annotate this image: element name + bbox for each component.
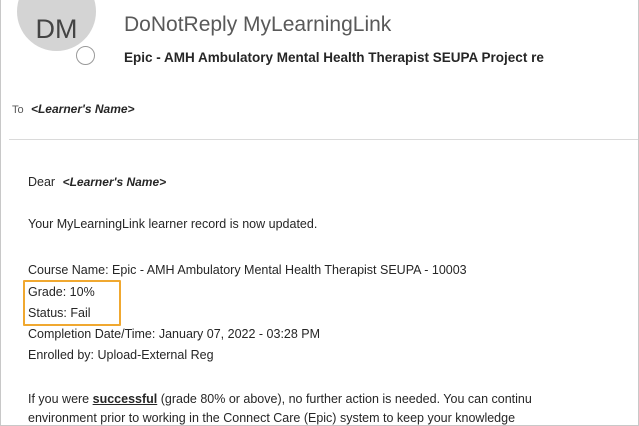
paragraph-bold-word: successful (92, 392, 158, 406)
greeting-text: Dear (28, 175, 56, 189)
sender-avatar[interactable]: DM (17, 0, 96, 51)
paragraph-suffix: (grade 80% or above), no further action … (157, 392, 532, 406)
paragraph-prefix: If you were (28, 392, 93, 406)
grade-status-highlight (23, 280, 121, 326)
avatar-initials: DM (35, 14, 78, 44)
to-recipients-row: To <Learner's Name> (12, 102, 135, 116)
sender-name[interactable]: DoNotReply MyLearningLink (124, 13, 391, 37)
body-paragraph-line-1: If you were successful (grade 80% or abo… (28, 392, 532, 406)
greeting-name: <Learner's Name> (62, 175, 167, 189)
intro-text: Your MyLearningLink learner record is no… (28, 217, 318, 231)
email-reading-pane: DM DoNotReply MyLearningLink Epic - AMH … (0, 0, 639, 426)
completion-line: Completion Date/Time: January 07, 2022 -… (28, 327, 321, 341)
header-divider (9, 139, 638, 140)
to-label: To (12, 104, 24, 116)
email-subject: Epic - AMH Ambulatory Mental Health Ther… (124, 50, 544, 65)
presence-status-icon (76, 46, 95, 65)
course-name-line: Course Name: Epic - AMH Ambulatory Menta… (28, 263, 467, 277)
enrolled-line: Enrolled by: Upload-External Reg (28, 348, 214, 362)
body-paragraph-line-2: environment prior to working in the Conn… (28, 411, 516, 425)
to-recipient[interactable]: <Learner's Name> (31, 102, 135, 116)
greeting-line: Dear <Learner's Name> (28, 175, 166, 189)
